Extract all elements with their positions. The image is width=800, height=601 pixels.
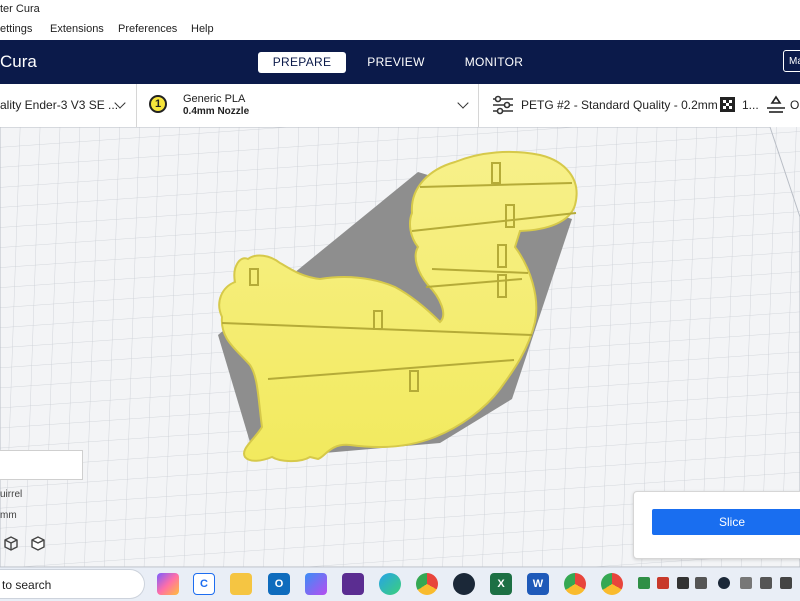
slice-action-panel: Slice — [633, 491, 800, 559]
object-name-label: uirrel — [0, 489, 23, 500]
marketplace-button[interactable]: Ma — [783, 50, 800, 72]
chevron-down-icon — [457, 97, 469, 109]
menu-preferences[interactable]: Preferences — [118, 23, 177, 35]
adhesion-icon — [767, 95, 785, 113]
app-name: Cura — [0, 52, 37, 71]
taskbar-search[interactable]: to search — [0, 569, 145, 599]
clipchamp-icon[interactable] — [342, 573, 364, 595]
material-selector[interactable]: 1 Generic PLA 0.4mm Nozzle — [137, 84, 477, 127]
window-titlebar: ter Cura — [0, 0, 800, 18]
printer-name: ality Ender-3 V3 SE ... — [0, 98, 119, 112]
chrome-icon[interactable] — [416, 573, 438, 595]
word-icon[interactable]: W — [527, 573, 549, 595]
menu-bar: ettings Extensions Preferences Help — [0, 18, 800, 40]
adhesion-value: O — [790, 98, 800, 112]
security-tray-icon[interactable] — [638, 577, 650, 589]
m365-icon[interactable] — [305, 573, 327, 595]
print-setup-toolbar: ality Ender-3 V3 SE ... 1 Generic PLA 0.… — [0, 84, 800, 128]
printer-selector[interactable]: ality Ender-3 V3 SE ... — [0, 84, 135, 127]
file-explorer-icon[interactable] — [230, 573, 252, 595]
tray-icon[interactable] — [740, 577, 752, 589]
nozzle-size: 0.4mm Nozzle — [183, 106, 250, 117]
steam-tray-icon[interactable] — [718, 577, 730, 589]
object-name-field[interactable] — [0, 450, 83, 480]
edge-icon[interactable] — [379, 573, 401, 595]
windows-taskbar: to search C O X W — [0, 567, 800, 601]
view-front-icon[interactable] — [30, 535, 46, 551]
tab-preview[interactable]: PREVIEW — [358, 52, 434, 73]
chrome-icon-2[interactable] — [601, 573, 623, 595]
print-settings-selector[interactable]: PETG #2 - Standard Quality - 0.2mm 1... … — [479, 84, 800, 127]
menu-help[interactable]: Help — [191, 23, 214, 35]
chrome-profile-icon[interactable] — [564, 573, 586, 595]
search-placeholder: to search — [2, 578, 52, 592]
extruder-badge: 1 — [149, 95, 167, 113]
support-icon — [720, 97, 735, 112]
volume-tray-icon[interactable] — [695, 577, 707, 589]
window-title: ter Cura — [0, 3, 40, 15]
excel-icon[interactable]: X — [490, 573, 512, 595]
view-3d-icon[interactable] — [3, 535, 19, 551]
object-dimensions: mm — [0, 510, 17, 521]
slice-button[interactable]: Slice — [652, 509, 800, 535]
menu-extensions[interactable]: Extensions — [50, 23, 104, 35]
tab-prepare[interactable]: PREPARE — [258, 52, 346, 73]
tab-monitor[interactable]: MONITOR — [455, 52, 533, 73]
settings-sliders-icon — [493, 95, 513, 115]
menu-settings[interactable]: ettings — [0, 23, 32, 35]
steam-icon[interactable] — [453, 573, 475, 595]
battery-tray-icon[interactable] — [677, 577, 689, 589]
cura-icon[interactable]: C — [193, 573, 215, 595]
outlook-icon[interactable]: O — [268, 573, 290, 595]
app-tray-icon[interactable] — [657, 577, 669, 589]
tray-icon[interactable] — [760, 577, 772, 589]
app-header: Cura PREPARE PREVIEW MONITOR Ma — [0, 40, 800, 84]
profile-name: PETG #2 - Standard Quality - 0.2mm — [521, 98, 718, 112]
copilot-icon[interactable] — [157, 573, 179, 595]
material-name: Generic PLA — [183, 93, 246, 105]
support-value: 1... — [742, 98, 759, 112]
network-tray-icon[interactable] — [780, 577, 792, 589]
